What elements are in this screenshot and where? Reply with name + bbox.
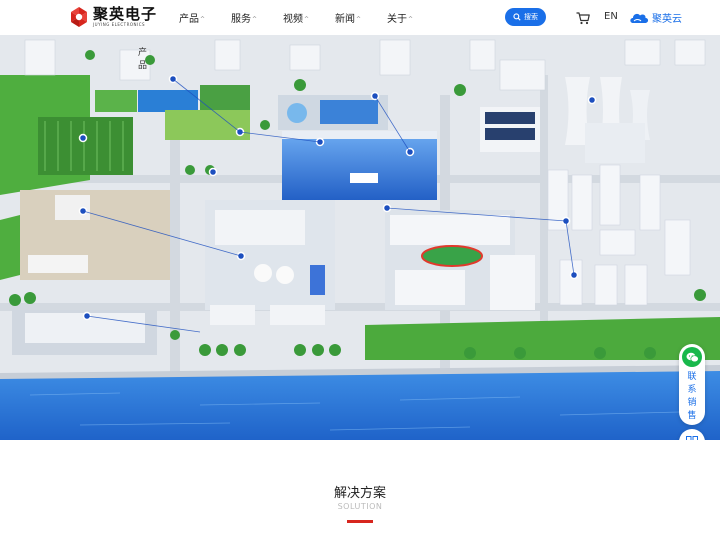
solution-section: 解决方案 SOLUTION [0, 440, 720, 540]
section-title: 解决方案 [333, 486, 386, 501]
cloud-platform-link[interactable]: 聚英云 [629, 10, 682, 25]
contact-sales-label: 联系销售 [687, 372, 697, 421]
search-button-label: 搜索 [524, 13, 538, 21]
cloud-platform-label: 聚英云 [652, 14, 682, 25]
language-switch[interactable]: EN [604, 11, 618, 22]
site-header: 聚英电子 JUYING ELECTRONICS 产品^ 服务^ 视频^ 新闻^ … [0, 0, 720, 35]
nav-news[interactable]: 新闻^ [335, 10, 361, 25]
chevron-down-icon: ^ [252, 16, 258, 23]
section-subtitle: SOLUTION [337, 502, 383, 511]
nav-products-char: 产品 [137, 45, 147, 74]
search-button[interactable]: 搜索 [505, 8, 546, 26]
nav-video-label: 视频 [283, 14, 303, 25]
nav-about-label: 关于 [387, 14, 407, 25]
nav-products-label: 产品 [179, 14, 199, 25]
hero-isometric-map: 产品 [0, 35, 720, 440]
nav-products[interactable]: 产品^ [179, 10, 205, 25]
cart-icon [576, 12, 590, 25]
nav-products-char-text: 产品 [137, 48, 147, 71]
chevron-down-icon: ^ [356, 16, 362, 23]
nav-service-label: 服务 [231, 14, 251, 25]
juying-logo-icon [68, 6, 90, 28]
section-underline [347, 520, 373, 523]
logo[interactable]: 聚英电子 JUYING ELECTRONICS [68, 6, 157, 28]
logo-text: 聚英电子 [93, 4, 158, 23]
wechat-icon [682, 347, 702, 367]
nav-about[interactable]: 关于^ [387, 10, 413, 25]
contact-sales-button[interactable]: 联系销售 [679, 344, 705, 425]
industrial-park-illustration [0, 35, 720, 440]
nav-news-label: 新闻 [335, 14, 355, 25]
cloud-icon [630, 13, 649, 23]
nav-service[interactable]: 服务^ [231, 10, 257, 25]
search-icon [513, 13, 521, 21]
chevron-down-icon: ^ [200, 16, 206, 23]
nav-video[interactable]: 视频^ [283, 10, 309, 25]
cart-button[interactable] [576, 10, 590, 29]
chevron-down-icon: ^ [408, 16, 414, 23]
chevron-down-icon: ^ [304, 16, 310, 23]
